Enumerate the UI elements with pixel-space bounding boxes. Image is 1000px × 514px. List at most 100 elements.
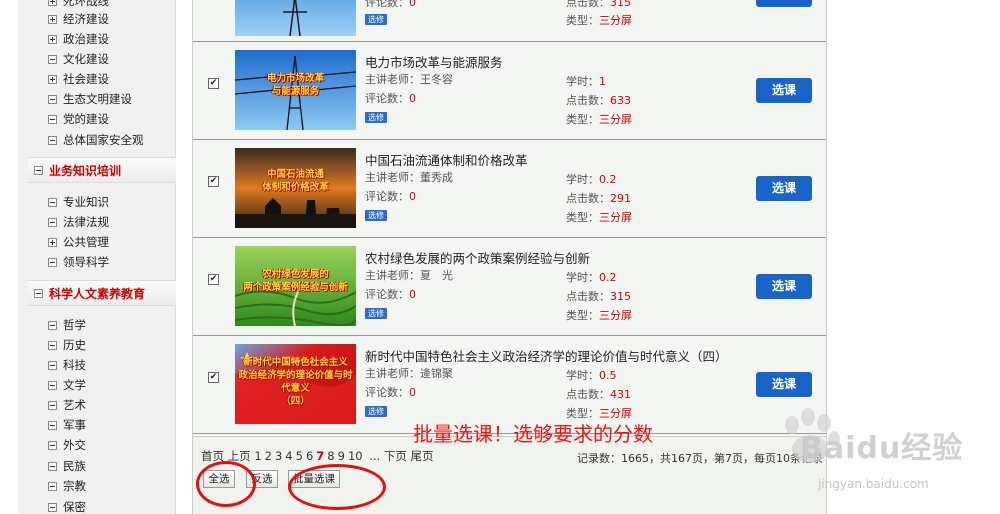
expand-icon[interactable] (48, 237, 57, 247)
teacher-name: 逄锦聚 (420, 367, 453, 380)
collapse-icon[interactable] (48, 257, 57, 267)
select-course-button[interactable] (756, 0, 812, 7)
highlight-circle-select-all (196, 461, 256, 507)
sidebar-item-technology[interactable]: 科技 (48, 356, 86, 374)
sidebar-item-economy[interactable]: 经济建设 (48, 10, 109, 28)
course-type: 三分屏 (599, 309, 632, 322)
next-page-link[interactable]: 下页 (384, 449, 407, 463)
sidebar-item-society[interactable]: 社会建设 (48, 70, 109, 88)
collapse-icon[interactable] (48, 54, 57, 64)
sidebar-item-diplomacy[interactable]: 外交 (48, 436, 86, 454)
course-checkbox[interactable]: ✔ (208, 372, 219, 383)
select-course-button[interactable]: 选课 (756, 274, 812, 299)
last-page-link[interactable]: 尾页 (411, 449, 434, 463)
collapse-icon[interactable] (34, 165, 43, 175)
collapse-icon[interactable] (48, 461, 57, 471)
sidebar-item-art[interactable]: 艺术 (48, 396, 86, 414)
elective-tag: 选修 (365, 406, 387, 417)
expand-icon[interactable] (48, 0, 57, 6)
page-link[interactable]: 9 (338, 449, 345, 463)
sidebar-item-secrecy[interactable]: 保密 (48, 498, 86, 514)
annotation-text: 批量选课！选够要求的分数 (413, 422, 653, 446)
select-course-button[interactable]: 选课 (756, 372, 812, 397)
sidebar-item-security[interactable]: 总体国家安全观 (48, 131, 144, 149)
collapse-icon[interactable] (48, 360, 57, 370)
collapse-icon[interactable] (48, 440, 57, 450)
page-link[interactable]: 10 (348, 449, 363, 463)
comment-count: 0 (409, 288, 416, 301)
course-checkbox[interactable]: ✔ (208, 78, 219, 89)
expand-icon[interactable] (48, 34, 57, 44)
course-row: ✔ 电力市场改革 与能源服务 电力市场改革与能源服务 主讲老师：王冬容 评论数：… (193, 42, 826, 140)
highlight-circle-batch (288, 464, 386, 510)
course-checkbox[interactable]: ✔ (208, 274, 219, 285)
page-link[interactable]: 6 (306, 449, 313, 463)
teacher-name: 王冬容 (420, 73, 453, 86)
course-title[interactable]: 中国石油流通体制和价格改革 (365, 150, 528, 169)
teacher-name: 夏 光 (420, 269, 453, 282)
page-link[interactable]: 5 (296, 449, 303, 463)
collapse-icon[interactable] (48, 481, 57, 491)
collapse-icon[interactable] (48, 502, 57, 512)
course-thumbnail[interactable]: 电力市场改革 与能源服务 (235, 50, 356, 130)
sidebar-item-top-0[interactable]: 死环战线 (48, 0, 109, 10)
course-type: 三分屏 (599, 211, 632, 224)
sidebar-item-law[interactable]: 法律法规 (48, 213, 109, 231)
collapse-icon[interactable] (48, 400, 57, 410)
sidebar-item-public-admin[interactable]: 公共管理 (48, 233, 109, 251)
page-link[interactable]: 8 (327, 449, 334, 463)
credit-hours: 0.2 (599, 173, 617, 186)
sidebar-item-ethnic[interactable]: 民族 (48, 457, 86, 475)
watermark-brand: Baidu经验 (800, 431, 964, 466)
course-title[interactable]: 新时代中国特色社会主义政治经济学的理论价值与时代意义（四） (365, 346, 728, 365)
click-count: 291 (610, 192, 631, 205)
collapse-icon[interactable] (48, 94, 57, 104)
collapse-icon[interactable] (48, 380, 57, 390)
sidebar-item-culture[interactable]: 文化建设 (48, 50, 109, 68)
sidebar-item-history[interactable]: 历史 (48, 336, 86, 354)
course-thumbnail[interactable]: 中国石油流通 体制和价格改革 (235, 148, 356, 228)
expand-icon[interactable] (48, 14, 57, 24)
sidebar-item-philosophy[interactable]: 哲学 (48, 316, 86, 334)
collapse-icon[interactable] (48, 135, 57, 145)
click-count: 315 (610, 290, 631, 303)
sidebar-item-military[interactable]: 军事 (48, 416, 86, 434)
sidebar-category-business[interactable]: 业务知识培训 (28, 157, 176, 183)
course-checkbox[interactable]: ✔ (208, 176, 219, 187)
elective-tag: 选修 (365, 210, 387, 221)
thumbnail-caption: 新时代中国特色社会主义 政治经济学的理论价值与时代意义 （四） (238, 357, 353, 407)
sidebar-item-religion[interactable]: 宗教 (48, 477, 86, 495)
click-count: 633 (610, 94, 631, 107)
collapse-icon[interactable] (48, 197, 57, 207)
course-row: ✔ 中国石油流通 体制和价格改革 中国石油流通体制和价格改革 主讲老师：董秀成 … (193, 140, 826, 238)
course-title[interactable]: 农村绿色发展的两个政策案例经验与创新 (365, 248, 590, 267)
collapse-icon[interactable] (48, 340, 57, 350)
course-thumbnail[interactable]: 农村绿色发展的 两个政策案例经验与创新 (235, 246, 356, 326)
page-link[interactable]: 2 (265, 449, 272, 463)
sidebar-category-humanities[interactable]: 科学人文素养教育 (28, 280, 176, 306)
course-title[interactable]: 电力市场改革与能源服务 (365, 52, 503, 71)
expand-icon[interactable] (48, 74, 57, 84)
pager-ellipsis: ... (369, 449, 381, 463)
collapse-icon[interactable] (48, 114, 57, 124)
select-course-button[interactable]: 选课 (756, 78, 812, 103)
page-link[interactable]: 1 (254, 449, 261, 463)
thumbnail-caption: 电力市场改革 与能源服务 (266, 73, 324, 97)
sidebar-item-ecology[interactable]: 生态文明建设 (48, 90, 132, 108)
sidebar-item-professional[interactable]: 专业知识 (48, 193, 109, 211)
watermark-url: jingyan.baidu.com (818, 477, 929, 491)
page-link[interactable]: 3 (275, 449, 282, 463)
collapse-icon[interactable] (48, 217, 57, 227)
course-thumbnail[interactable] (235, 0, 356, 36)
course-thumbnail[interactable]: 新时代中国特色社会主义 政治经济学的理论价值与时代意义 （四） (235, 344, 356, 424)
sidebar-item-literature[interactable]: 文学 (48, 376, 86, 394)
collapse-icon[interactable] (34, 288, 43, 298)
select-course-button[interactable]: 选课 (756, 176, 812, 201)
collapse-icon[interactable] (48, 420, 57, 430)
collapse-icon[interactable] (48, 320, 57, 330)
elective-tag: 选修 (365, 308, 387, 319)
sidebar-item-leadership[interactable]: 领导科学 (48, 253, 109, 271)
sidebar-item-politics[interactable]: 政治建设 (48, 30, 109, 48)
page-link[interactable]: 4 (285, 449, 292, 463)
sidebar-item-party[interactable]: 党的建设 (48, 110, 109, 128)
